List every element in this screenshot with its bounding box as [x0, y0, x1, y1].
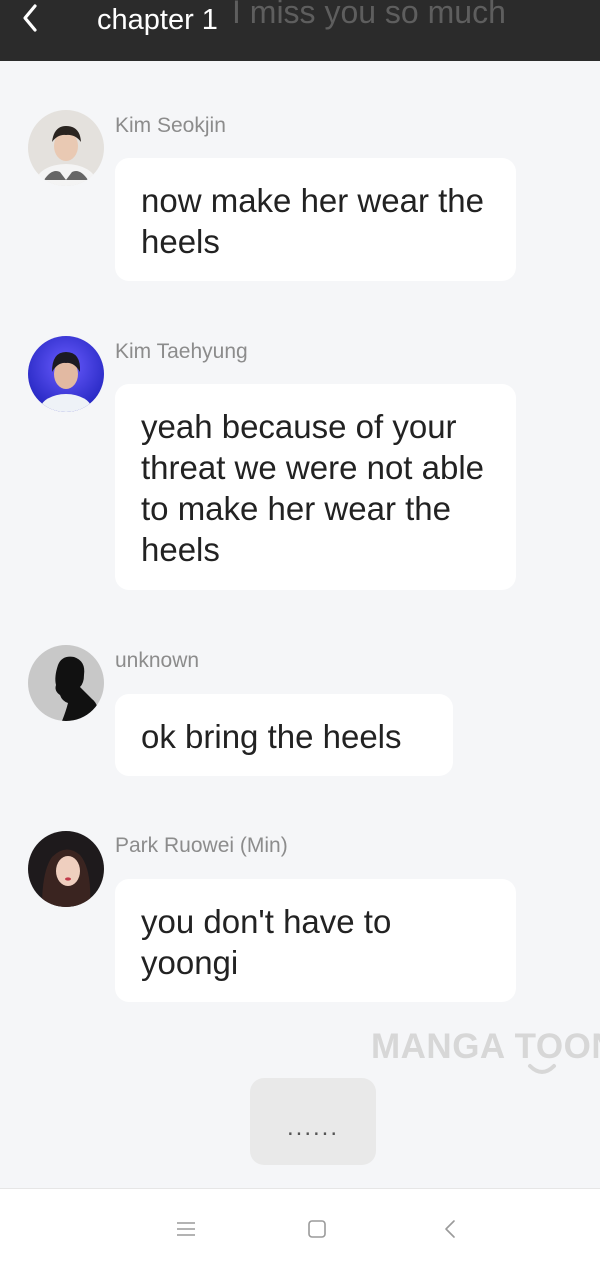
- message-bubble[interactable]: ok bring the heels: [115, 694, 453, 776]
- avatar[interactable]: [28, 645, 104, 721]
- load-more-button[interactable]: ......: [250, 1078, 376, 1165]
- top-bar: I miss you so much chapter 1: [0, 0, 600, 61]
- chapter-title: chapter 1: [97, 4, 218, 36]
- avatar[interactable]: [28, 336, 104, 412]
- message-bubble[interactable]: yeah because of your threat we were not …: [115, 384, 516, 590]
- message-bubble[interactable]: you don't have to yoongi: [115, 879, 516, 1002]
- avatar[interactable]: [28, 110, 104, 186]
- sender-name: Park Ruowei (Min): [115, 834, 288, 857]
- back-button[interactable]: [12, 0, 52, 40]
- sender-name: Kim Seokjin: [115, 114, 226, 137]
- menu-button[interactable]: [174, 1217, 198, 1241]
- watermark-logo: MANGA TOON: [371, 1027, 600, 1066]
- back-icon: [445, 1220, 455, 1238]
- chevron-left-icon: [23, 4, 37, 32]
- avatar[interactable]: [28, 831, 104, 907]
- home-button[interactable]: [305, 1217, 329, 1241]
- sender-name: Kim Taehyung: [115, 340, 248, 363]
- sender-name: unknown: [115, 649, 200, 672]
- smile-icon: [528, 1064, 556, 1074]
- menu-icon: [177, 1222, 195, 1236]
- message-bubble[interactable]: now make her wear the heels: [115, 158, 516, 281]
- system-back-button[interactable]: [438, 1217, 462, 1241]
- background-preview-text: I miss you so much: [232, 0, 506, 30]
- square-home-icon: [308, 1220, 326, 1238]
- system-nav-bar: [0, 1188, 600, 1266]
